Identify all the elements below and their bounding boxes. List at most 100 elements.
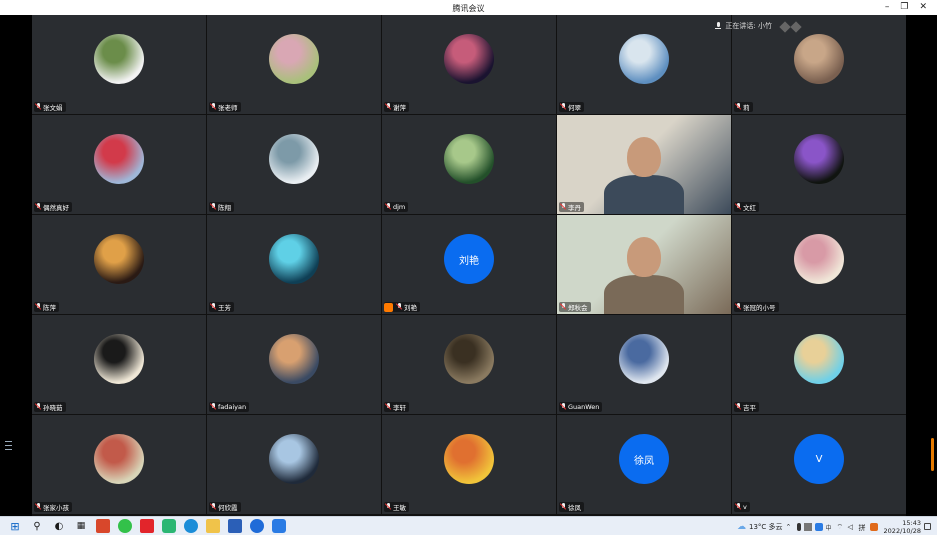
language-icon[interactable]: 中 [826,523,834,532]
wps-icon[interactable] [250,519,264,533]
participant-nameplate: 刘艳 [384,302,420,312]
participant-nameplate: fadaiyan [209,402,250,412]
explorer-icon[interactable] [206,519,220,533]
participant-nameplate: GuanWen [559,402,603,412]
avatar [94,34,144,84]
tencent-meeting-icon[interactable] [272,519,286,533]
participant-tile[interactable]: 谢萍 [382,15,556,114]
participant-name: 陈翔 [218,204,231,212]
avatar [94,334,144,384]
mic-muted-icon [385,203,391,211]
taskbar: ⊞ ⚲ ◐ ▦ ☁ 13°C 多云 ⌃ 中 ⌔ ◁ 拼 15:43 2022/10/2… [0,516,937,535]
participant-tile[interactable]: 王芳 [207,215,381,314]
participant-name: 孙晓茹 [43,404,63,412]
chevron-up-icon[interactable]: ⌃ [786,523,794,531]
avatar [794,234,844,284]
wechat-icon[interactable] [118,519,132,533]
participant-name: 李丹 [568,204,581,212]
minimize-button[interactable]: – [885,2,890,12]
notification-app-icon[interactable] [869,522,878,531]
search-icon[interactable]: ⚲ [30,519,44,533]
menu-icon[interactable] [5,441,12,451]
participant-tile[interactable]: 何翠 [557,15,731,114]
widgets-icon[interactable]: ▦ [74,519,88,533]
avatar [619,334,669,384]
avatar: 刘艳 [444,234,494,284]
participant-tile[interactable]: 文红 [732,115,906,214]
participant-name: djm [393,203,406,211]
participant-name: 张冠的小号 [743,304,776,312]
mic-muted-icon [385,503,391,511]
redbox-icon[interactable] [140,519,154,533]
feishu-icon[interactable] [162,519,176,533]
mic-muted-icon [735,203,741,211]
word-icon[interactable] [228,519,242,533]
mic-tray-icon[interactable] [796,522,801,531]
participant-nameplate: 徐凤 [559,502,584,512]
participant-tile[interactable]: 孙晓茹 [32,315,206,414]
participant-nameplate: 陈翔 [209,202,234,212]
edge-icon[interactable] [184,519,198,533]
avatar [94,134,144,184]
participant-tile[interactable]: 吉平 [732,315,906,414]
meeting-tray-icon[interactable] [814,522,823,531]
volume-icon[interactable]: ◁ [848,523,856,531]
weather-text[interactable]: 13°C 多云 [749,522,783,532]
participant-tile[interactable]: 张老师 [207,15,381,114]
participant-tile[interactable]: 何欣霞 [207,415,381,514]
participant-name: 陈萍 [43,304,56,312]
clock[interactable]: 15:43 2022/10/28 [884,519,921,535]
avatar [269,434,319,484]
participant-tile[interactable]: 张家小孩 [32,415,206,514]
participant-tile[interactable]: GuanWen [557,315,731,414]
mic-muted-icon [735,503,741,511]
participant-tile[interactable]: 李丹 [557,115,731,214]
mic-muted-icon [35,103,41,111]
participant-tile[interactable]: 陈萍 [32,215,206,314]
avatar [794,34,844,84]
participant-name: GuanWen [568,403,600,411]
close-button[interactable]: ✕ [919,2,927,12]
participant-name: 王敏 [393,504,406,512]
participant-nameplate: 王敏 [384,502,409,512]
participant-tile[interactable]: fadaiyan [207,315,381,414]
restore-button[interactable]: ❐ [900,2,908,12]
participant-tile[interactable]: 陈翔 [207,115,381,214]
avatar [794,134,844,184]
notification-icon[interactable] [924,523,931,530]
participant-tile[interactable]: 刘艳 刘艳 [382,215,556,314]
participant-nameplate: 吉平 [734,402,759,412]
participant-tile[interactable]: 李轩 [382,315,556,414]
speaking-indicator-text: 正在讲话: 小竹 [725,22,772,30]
participant-nameplate: 偶然真好 [34,202,72,212]
participant-tile[interactable]: 徐凤 徐凤 [557,415,731,514]
speaking-indicator: 正在讲话: 小竹 [715,21,772,31]
mic-muted-icon [210,303,216,311]
input-icon[interactable]: 拼 [859,523,867,532]
task-view-icon[interactable]: ◐ [52,519,66,533]
app-tray-icon[interactable] [803,522,812,531]
participant-name: 莉 [743,104,750,112]
participant-tile[interactable]: 偶然真好 [32,115,206,214]
participant-tile[interactable]: 王敏 [382,415,556,514]
scrollbar[interactable] [931,438,934,471]
participant-nameplate: 何翠 [559,102,584,112]
participant-tile[interactable]: 郑秋会 [557,215,731,314]
layout-toggle-icon[interactable] [779,21,805,33]
participant-name: 李轩 [393,404,406,412]
participant-body [604,275,684,314]
participant-tile[interactable]: Vv [732,415,906,514]
mic-muted-icon [35,503,41,511]
office-icon[interactable] [96,519,110,533]
participant-tile[interactable]: 张文娟 [32,15,206,114]
participant-tile[interactable]: 张冠的小号 [732,215,906,314]
avatar-initials: 徐凤 [634,455,654,467]
participant-name: 张家小孩 [43,504,69,512]
participant-name: 谢萍 [393,104,406,112]
windows-icon[interactable]: ⊞ [8,519,22,533]
participant-name: 吉平 [743,404,756,412]
participant-tile[interactable]: djm [382,115,556,214]
avatar [269,234,319,284]
wifi-icon[interactable]: ⌔ [837,523,845,531]
participant-figure [627,137,661,177]
